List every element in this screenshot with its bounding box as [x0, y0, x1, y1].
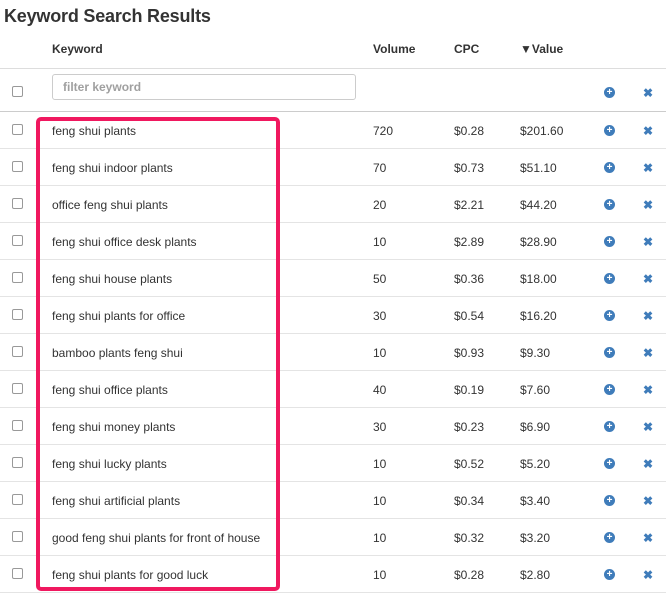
cpc-cell: $0.54 [454, 309, 485, 323]
cpc-cell: $0.93 [454, 346, 485, 360]
cpc-cell: $0.52 [454, 457, 485, 471]
value-cell: $9.30 [520, 346, 551, 360]
row-checkbox[interactable] [12, 272, 23, 283]
value-cell: $3.40 [520, 494, 551, 508]
row-checkbox[interactable] [12, 568, 23, 579]
volume-cell: 50 [373, 272, 387, 286]
value-cell: $28.90 [520, 235, 557, 249]
close-x-icon[interactable]: ✖ [643, 532, 653, 544]
close-x-icon[interactable]: ✖ [643, 162, 653, 174]
volume-cell: 70 [373, 161, 387, 175]
row-checkbox[interactable] [12, 198, 23, 209]
plus-circle-icon[interactable]: + [604, 310, 615, 321]
value-cell: $51.10 [520, 161, 557, 175]
keyword-highlight-box [36, 117, 280, 591]
plus-circle-icon[interactable]: + [604, 87, 615, 98]
row-checkbox[interactable] [12, 457, 23, 468]
plus-circle-icon[interactable]: + [604, 421, 615, 432]
volume-cell: 10 [373, 531, 387, 545]
plus-circle-icon[interactable]: + [604, 273, 615, 284]
value-cell: $44.20 [520, 198, 557, 212]
plus-circle-icon[interactable]: + [604, 532, 615, 543]
close-x-icon[interactable]: ✖ [643, 199, 653, 211]
plus-circle-icon[interactable]: + [604, 495, 615, 506]
value-cell: $5.20 [520, 457, 551, 471]
cpc-cell: $0.73 [454, 161, 485, 175]
close-x-icon[interactable]: ✖ [643, 87, 653, 99]
volume-cell: 30 [373, 309, 387, 323]
plus-circle-icon[interactable]: + [604, 236, 615, 247]
close-x-icon[interactable]: ✖ [643, 236, 653, 248]
value-cell: $16.20 [520, 309, 557, 323]
row-checkbox[interactable] [12, 420, 23, 431]
cpc-cell: $0.23 [454, 420, 485, 434]
page-title: Keyword Search Results [4, 6, 211, 26]
volume-cell: 10 [373, 568, 387, 582]
filter-keyword-input[interactable] [52, 74, 356, 100]
select-all-checkbox[interactable] [12, 86, 23, 97]
close-x-icon[interactable]: ✖ [643, 569, 653, 581]
close-x-icon[interactable]: ✖ [643, 347, 653, 359]
cpc-cell: $0.28 [454, 124, 485, 138]
volume-cell: 10 [373, 494, 387, 508]
cpc-cell: $0.28 [454, 568, 485, 582]
close-x-icon[interactable]: ✖ [643, 310, 653, 322]
volume-cell: 720 [373, 124, 394, 138]
value-cell: $2.80 [520, 568, 551, 582]
volume-cell: 20 [373, 198, 387, 212]
column-header-value[interactable]: ▼Value [520, 42, 563, 56]
row-checkbox[interactable] [12, 309, 23, 320]
cpc-cell: $0.36 [454, 272, 485, 286]
row-checkbox[interactable] [12, 346, 23, 357]
value-cell: $3.20 [520, 531, 551, 545]
value-cell: $7.60 [520, 383, 551, 397]
volume-cell: 30 [373, 420, 387, 434]
plus-circle-icon[interactable]: + [604, 384, 615, 395]
plus-circle-icon[interactable]: + [604, 199, 615, 210]
column-header-keyword[interactable]: Keyword [52, 42, 103, 56]
volume-cell: 40 [373, 383, 387, 397]
row-checkbox[interactable] [12, 235, 23, 246]
close-x-icon[interactable]: ✖ [643, 495, 653, 507]
cpc-cell: $0.19 [454, 383, 485, 397]
plus-circle-icon[interactable]: + [604, 125, 615, 136]
filter-row: + ✖ [0, 68, 666, 112]
row-checkbox[interactable] [12, 383, 23, 394]
row-checkbox[interactable] [12, 531, 23, 542]
value-cell: $201.60 [520, 124, 564, 138]
value-cell: $6.90 [520, 420, 551, 434]
cpc-cell: $2.21 [454, 198, 485, 212]
cpc-cell: $0.34 [454, 494, 485, 508]
close-x-icon[interactable]: ✖ [643, 273, 653, 285]
close-x-icon[interactable]: ✖ [643, 458, 653, 470]
plus-circle-icon[interactable]: + [604, 458, 615, 469]
volume-cell: 10 [373, 346, 387, 360]
volume-cell: 10 [373, 457, 387, 471]
close-x-icon[interactable]: ✖ [643, 125, 653, 137]
plus-circle-icon[interactable]: + [604, 569, 615, 580]
cpc-cell: $2.89 [454, 235, 485, 249]
column-header-cpc[interactable]: CPC [454, 42, 479, 56]
row-checkbox[interactable] [12, 124, 23, 135]
value-cell: $18.00 [520, 272, 557, 286]
column-header-volume[interactable]: Volume [373, 42, 415, 56]
row-checkbox[interactable] [12, 494, 23, 505]
plus-circle-icon[interactable]: + [604, 347, 615, 358]
volume-cell: 10 [373, 235, 387, 249]
table-header: Keyword Volume CPC ▼Value [0, 30, 666, 68]
plus-circle-icon[interactable]: + [604, 162, 615, 173]
close-x-icon[interactable]: ✖ [643, 421, 653, 433]
cpc-cell: $0.32 [454, 531, 485, 545]
close-x-icon[interactable]: ✖ [643, 384, 653, 396]
row-checkbox[interactable] [12, 161, 23, 172]
